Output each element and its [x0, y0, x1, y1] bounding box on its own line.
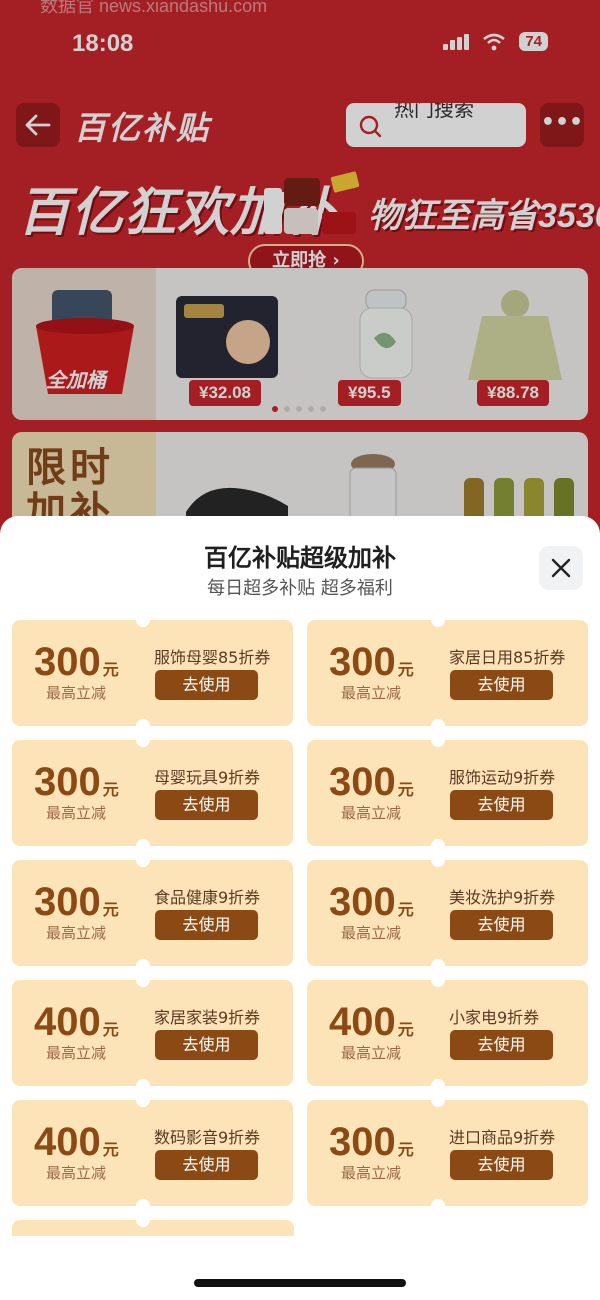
close-button[interactable] — [539, 546, 583, 590]
coupon-name: 母婴玩具9折券 — [154, 768, 261, 787]
use-coupon-button[interactable]: 去使用 — [450, 910, 553, 940]
coupon-desc: 最高立减 — [340, 1164, 401, 1182]
sheet-title: 百亿补贴超级加补 — [204, 544, 396, 572]
background-page: 数据官 news.xiandashu.com 18:08 74 百亿补贴 热门搜… — [0, 0, 600, 560]
coupon-name: 进口商品9折券 — [449, 1128, 556, 1147]
coupon-desc: 最高立减 — [340, 924, 401, 942]
use-coupon-button[interactable]: 去使用 — [155, 1030, 258, 1060]
coupon-desc: 最高立减 — [340, 1044, 401, 1062]
use-coupon-button[interactable]: 去使用 — [155, 1150, 258, 1180]
coupon-name: 服饰母婴85折券 — [154, 648, 271, 667]
coupon-desc: 最高立减 — [45, 924, 106, 942]
coupon-name: 数码影音9折券 — [154, 1128, 261, 1147]
coupon-card[interactable]: 300 元 最高立减 服饰运动9折券 去使用 — [307, 740, 588, 846]
use-coupon-button[interactable]: 去使用 — [450, 1030, 553, 1060]
use-coupon-button[interactable]: 去使用 — [450, 1150, 553, 1180]
coupon-name: 食品健康9折券 — [154, 888, 261, 907]
coupon-card[interactable]: 400 元 最高立减 家居家装9折券 去使用 — [12, 980, 293, 1086]
coupon-name: 小家电9折券 — [449, 1008, 540, 1027]
coupon-card[interactable]: 300 元 最高立减 母婴玩具9折券 去使用 — [12, 740, 293, 846]
use-coupon-button[interactable]: 去使用 — [155, 910, 258, 940]
coupon-name: 服饰运动9折券 — [449, 768, 556, 787]
coupon-desc: 最高立减 — [340, 804, 401, 822]
close-icon — [551, 558, 571, 578]
coupon-desc: 最高立减 — [45, 804, 106, 822]
coupon-name: 家居日用85折券 — [449, 648, 566, 667]
coupon-desc: 最高立减 — [45, 1044, 106, 1062]
use-coupon-button[interactable]: 去使用 — [155, 790, 258, 820]
coupon-card[interactable]: 300 元 最高立减 家居日用85折券 去使用 — [307, 620, 588, 726]
coupon-name: 美妆洗护9折券 — [449, 888, 556, 907]
coupon-desc: 最高立减 — [45, 1164, 106, 1182]
coupon-card[interactable]: 300 元 最高立减 美妆洗护9折券 去使用 — [307, 860, 588, 966]
coupon-card[interactable]: 300 元 最高立减 食品健康9折券 去使用 — [12, 860, 293, 966]
coupon-sheet: 百亿补贴超级加补 每日超多补贴 超多福利 300 元 最高立减 服饰母婴85折券 … — [0, 516, 600, 1300]
use-coupon-button[interactable]: 去使用 — [450, 670, 553, 700]
coupon-card[interactable]: 400 元 最高立减 数码影音9折券 去使用 — [12, 1100, 293, 1206]
coupon-card-partial[interactable] — [12, 1213, 294, 1236]
coupon-card[interactable]: 300 元 最高立减 进口商品9折券 去使用 — [307, 1100, 588, 1206]
coupon-desc: 最高立减 — [340, 684, 401, 702]
coupon-grid: 300 元 最高立减 服饰母婴85折券 去使用 300 元 最高立减 家居日用85折… — [12, 620, 588, 1206]
coupon-desc: 最高立减 — [45, 684, 106, 702]
coupon-name: 家居家装9折券 — [154, 1008, 261, 1027]
use-coupon-button[interactable]: 去使用 — [450, 790, 553, 820]
dim-overlay[interactable] — [0, 0, 600, 560]
use-coupon-button[interactable]: 去使用 — [155, 670, 258, 700]
coupon-card[interactable]: 300 元 最高立减 服饰母婴85折券 去使用 — [12, 620, 293, 726]
sheet-subtitle: 每日超多补贴 超多福利 — [207, 578, 393, 599]
home-indicator[interactable] — [194, 1279, 406, 1287]
coupon-card[interactable]: 400 元 最高立减 小家电9折券 去使用 — [307, 980, 588, 1086]
